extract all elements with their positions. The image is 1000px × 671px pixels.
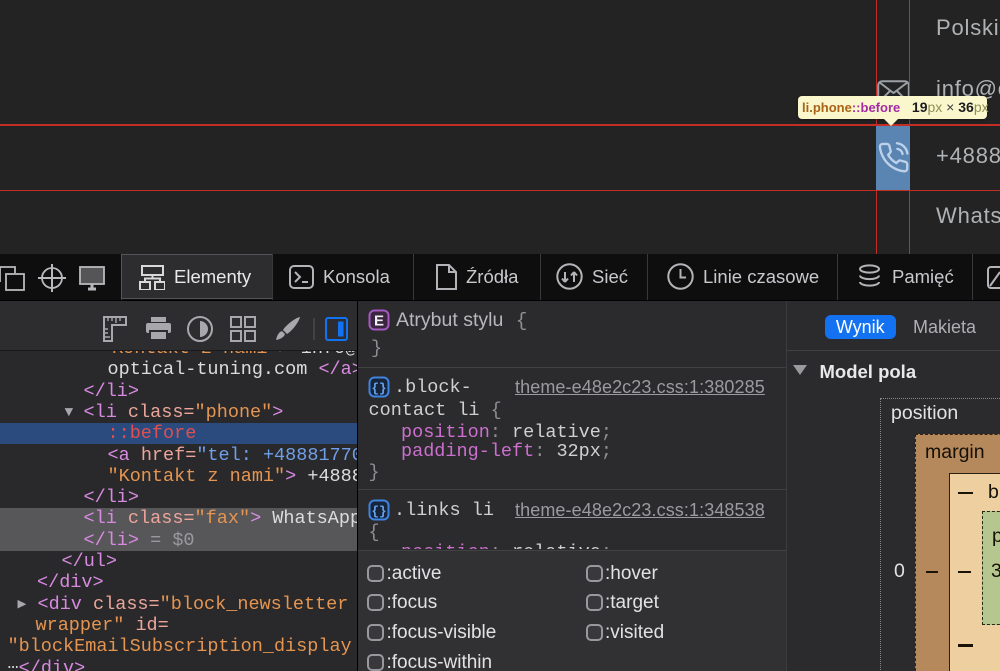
svg-text:E: E	[374, 313, 384, 330]
svg-text:{}: {}	[371, 505, 386, 519]
svg-text:{}: {}	[371, 382, 386, 396]
